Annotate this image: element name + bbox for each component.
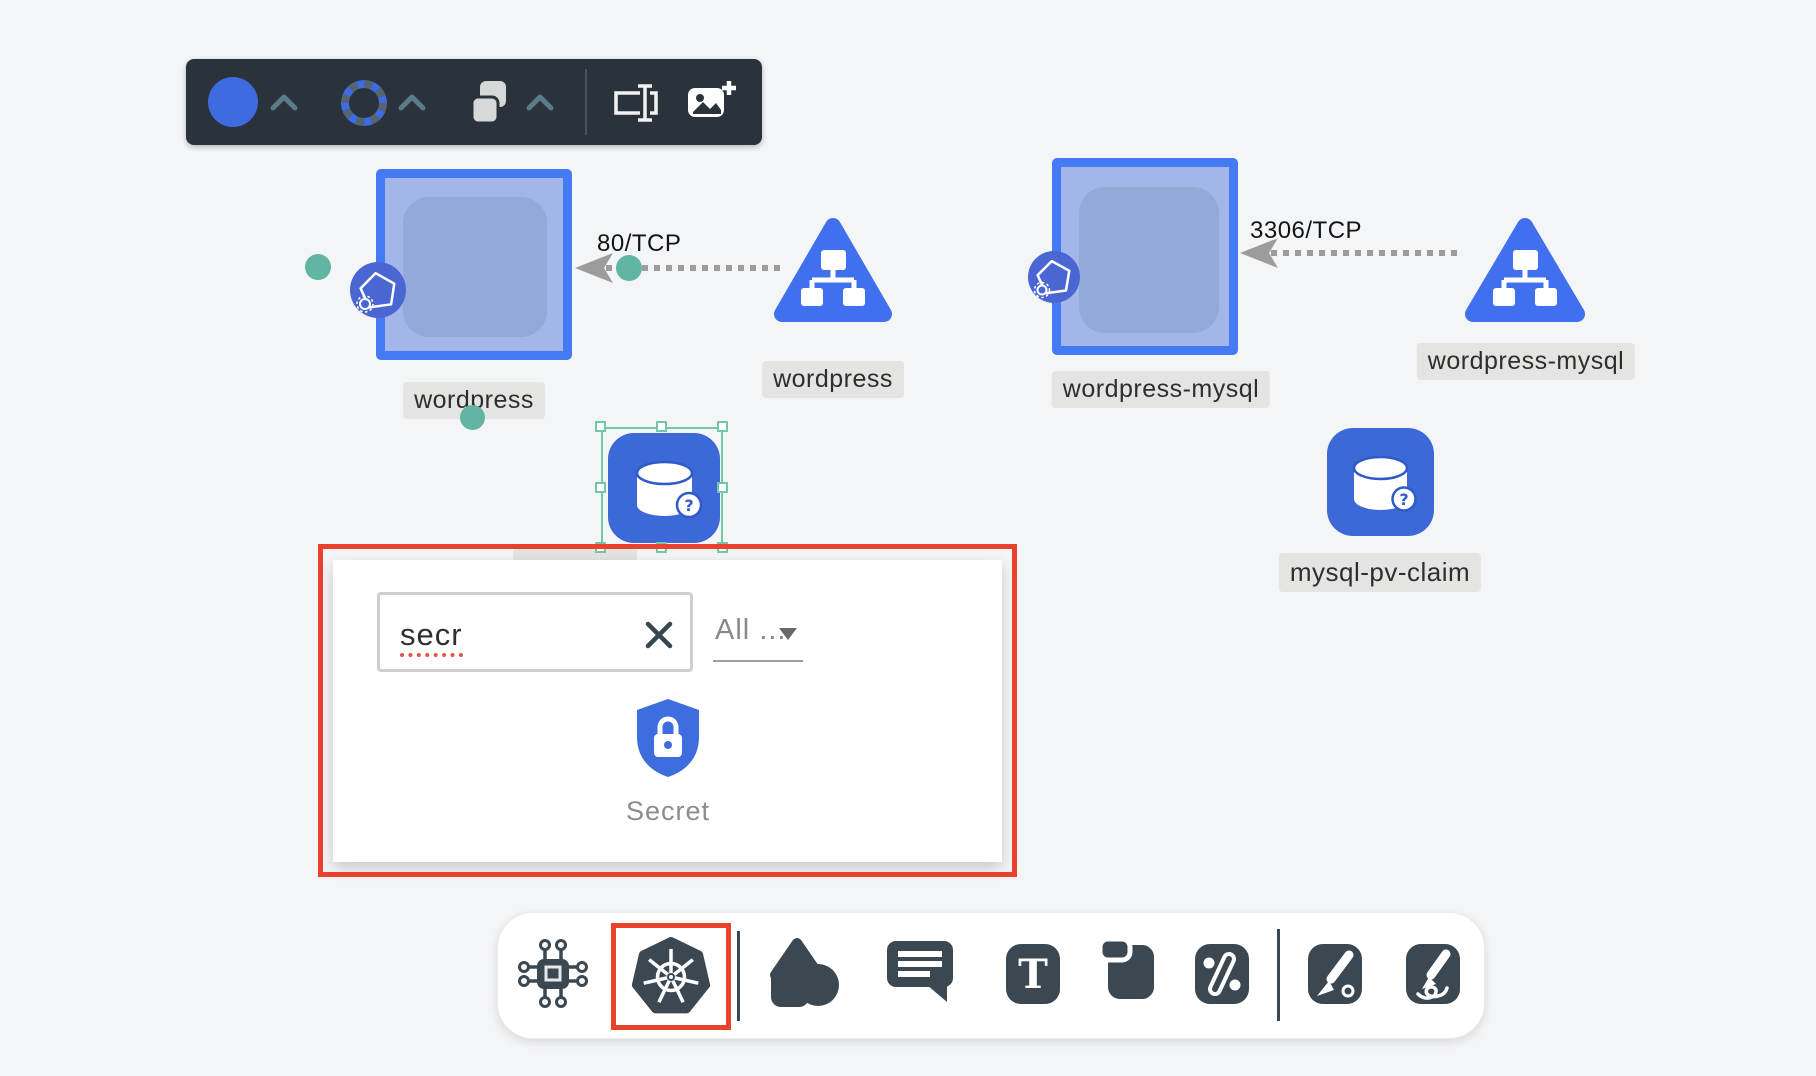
pen-arrow-tool-icon[interactable] <box>1308 944 1362 1004</box>
annotation-red-box <box>318 544 1017 877</box>
pod-inner-shape <box>1079 187 1219 333</box>
selection-handle[interactable] <box>595 421 606 432</box>
selection-handle[interactable] <box>717 421 728 432</box>
edge-handle[interactable] <box>616 255 642 281</box>
text-tool-glyph: T <box>1018 951 1048 998</box>
selection-handle[interactable] <box>595 482 606 493</box>
service-wordpress[interactable] <box>770 210 896 340</box>
chevron-up-icon[interactable] <box>398 93 426 111</box>
rename-icon[interactable] <box>610 81 662 123</box>
service-label: wordpress <box>762 361 904 398</box>
copy-style-button[interactable] <box>468 79 516 127</box>
pencil-draw-tool-icon[interactable] <box>1406 944 1460 1004</box>
pod-inner-shape <box>403 197 547 337</box>
edge-label: 80/TCP <box>597 230 681 258</box>
pod-label: wordpress-mysql <box>1052 371 1270 408</box>
toolbar-divider <box>1277 929 1280 1021</box>
toolbar-divider <box>585 69 587 135</box>
pvc-label: mysql-pv-claim <box>1279 553 1481 592</box>
pvc-mysql-pv-claim[interactable]: ? <box>1327 428 1434 536</box>
canvas[interactable]: 80/TCP wordpress wordpress 3306/TCP <box>0 0 1816 1076</box>
toolbar-divider <box>737 931 740 1021</box>
annotation-red-box <box>611 923 731 1030</box>
text-tool-icon[interactable]: T <box>1006 944 1060 1004</box>
chevron-up-icon[interactable] <box>526 93 554 111</box>
shapes-tool-icon[interactable] <box>761 931 841 1011</box>
frame-tool-icon[interactable] <box>1096 935 1162 1005</box>
cluster-circuit-tool-icon[interactable] <box>515 935 591 1011</box>
deployment-pentagon-badge[interactable] <box>1028 251 1080 303</box>
service-wordpress-mysql[interactable] <box>1460 210 1590 340</box>
selection-handle[interactable] <box>656 421 667 432</box>
connection-point[interactable] <box>460 405 485 430</box>
selection-handle[interactable] <box>717 482 728 493</box>
chevron-up-icon[interactable] <box>270 93 298 111</box>
fill-style-button[interactable] <box>208 77 258 127</box>
add-image-icon[interactable] <box>688 79 736 125</box>
edge-wordpress-mysql[interactable] <box>1271 250 1463 256</box>
connection-point[interactable] <box>305 254 331 280</box>
selection-outline <box>601 427 723 548</box>
svg-text:?: ? <box>1399 490 1408 509</box>
edge-label: 3306/TCP <box>1250 217 1362 245</box>
deployment-pentagon-badge[interactable] <box>350 262 406 318</box>
comment-tool-icon[interactable] <box>883 933 957 1003</box>
stroke-style-button[interactable] <box>338 77 390 129</box>
style-toolbar <box>186 59 762 145</box>
connector-chain-tool-icon[interactable] <box>1195 944 1249 1004</box>
service-label: wordpress-mysql <box>1417 343 1635 380</box>
bottom-toolbar: T <box>497 912 1485 1039</box>
